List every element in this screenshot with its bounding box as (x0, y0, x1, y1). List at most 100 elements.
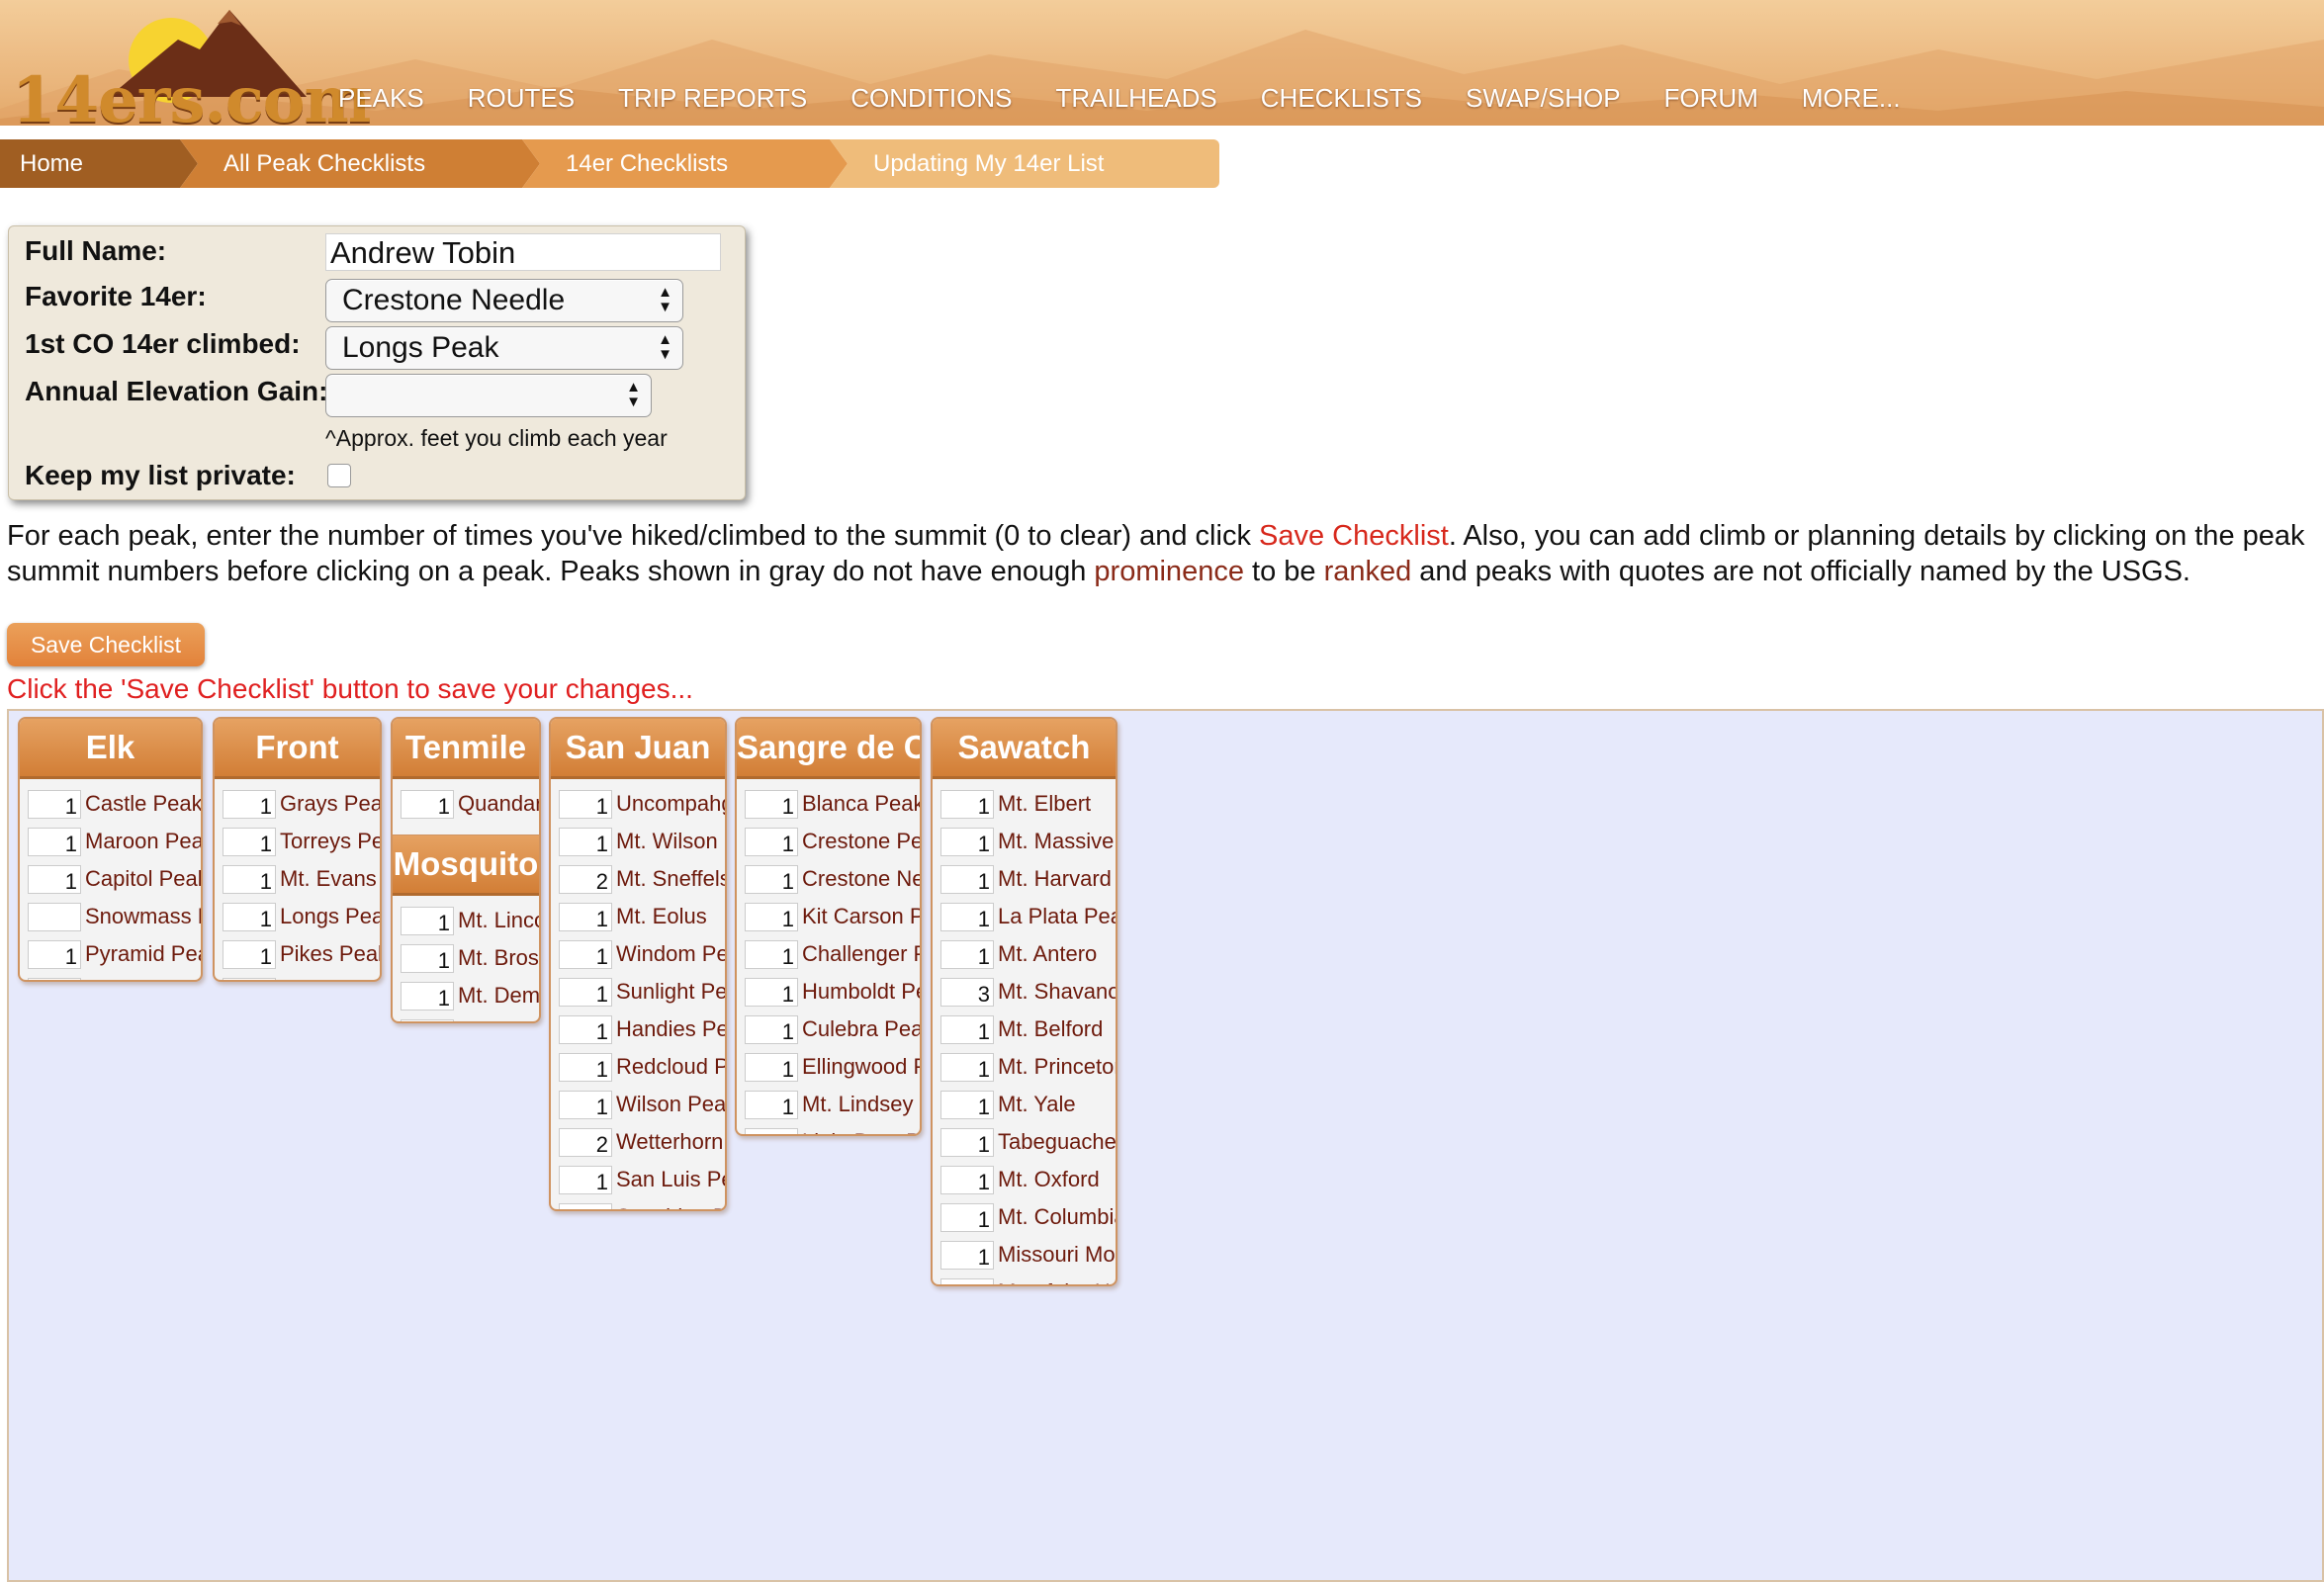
summit-count-input[interactable]: 1 (940, 1090, 994, 1119)
summit-count-input[interactable]: 1 (940, 902, 994, 931)
peak-name-link[interactable]: Pyramid Peak (85, 941, 201, 967)
peak-name-link[interactable]: Mt. Democrat (458, 983, 539, 1009)
summit-count-input[interactable]: 1 (745, 1052, 798, 1082)
summit-count-input[interactable]: 1 (559, 1090, 612, 1119)
summit-count-input[interactable]: 1 (559, 902, 612, 931)
summit-count-input[interactable]: 1 (559, 1165, 612, 1194)
summit-count-input[interactable]: 1 (223, 902, 276, 931)
peak-name-link[interactable]: Missouri Mountain (998, 1242, 1116, 1268)
peak-name-link[interactable]: Grays Peak (280, 791, 380, 817)
prominence-link[interactable]: prominence (1094, 556, 1244, 587)
peak-name-link[interactable]: Crestone Needle (802, 866, 920, 892)
favorite-14er-select[interactable]: Crestone Needle ▲ ▼ (325, 279, 683, 322)
nav-conditions[interactable]: CONDITIONS (850, 83, 1012, 114)
peak-name-link[interactable]: San Luis Peak (616, 1167, 725, 1192)
peak-name-link[interactable]: Mt. Yale (998, 1092, 1076, 1117)
nav-trip-reports[interactable]: TRIP REPORTS (618, 83, 807, 114)
peak-name-link[interactable]: Quandary Peak (458, 791, 539, 817)
summit-count-input[interactable]: 1 (745, 1014, 798, 1044)
summit-count-input[interactable]: 1 (28, 939, 81, 969)
summit-count-input[interactable]: 1 (223, 939, 276, 969)
peak-name-link[interactable]: Wilson Peak (616, 1092, 725, 1117)
summit-count-input[interactable]: 1 (223, 789, 276, 819)
peak-name-link[interactable]: Conundrum Peak (85, 979, 201, 980)
nav-checklists[interactable]: CHECKLISTS (1261, 83, 1422, 114)
summit-count-input[interactable]: 3 (940, 977, 994, 1007)
summit-count-input[interactable]: 5 (223, 977, 276, 980)
summit-count-input[interactable]: 1 (940, 827, 994, 856)
peak-name-link[interactable]: Mt. Oxford (998, 1167, 1100, 1192)
peak-name-link[interactable]: Mt. Harvard (998, 866, 1112, 892)
site-logo[interactable]: 14ers.com (12, 6, 371, 126)
nav-swap-shop[interactable]: SWAP/SHOP (1466, 83, 1621, 114)
ranked-link[interactable]: ranked (1324, 556, 1412, 587)
peak-name-link[interactable]: Mt. Elbert (998, 791, 1091, 817)
peak-name-link[interactable]: Mt. Columbia (998, 1204, 1116, 1230)
peak-name-link[interactable]: Mt. Princeton (998, 1054, 1116, 1080)
summit-count-input[interactable]: 1 (940, 1240, 994, 1270)
summit-count-input[interactable]: 1 (745, 939, 798, 969)
peak-name-link[interactable]: Mt. Belford (998, 1016, 1103, 1042)
peak-name-link[interactable]: Mt. Eolus (616, 904, 707, 929)
summit-count-input[interactable]: 1 (940, 1202, 994, 1232)
peak-name-link[interactable]: Windom Peak (616, 941, 725, 967)
summit-count-input[interactable]: 1 (745, 1127, 798, 1134)
summit-count-input[interactable]: 1 (28, 864, 81, 894)
summit-count-input[interactable]: 1 (401, 789, 454, 819)
summit-count-input[interactable]: 1 (745, 827, 798, 856)
summit-count-input[interactable]: 1 (940, 789, 994, 819)
peak-name-link[interactable]: Challenger Point (802, 941, 920, 967)
peak-name-link[interactable]: Longs Peak (280, 904, 380, 929)
first-14er-select[interactable]: Longs Peak ▲ ▼ (325, 326, 683, 370)
nav-trailheads[interactable]: TRAILHEADS (1056, 83, 1217, 114)
full-name-input[interactable]: Andrew Tobin (325, 233, 721, 271)
summit-count-input[interactable]: 1 (223, 864, 276, 894)
peak-name-link[interactable]: Ellingwood Point (802, 1054, 920, 1080)
summit-count-input[interactable]: 1 (559, 939, 612, 969)
peak-name-link[interactable]: Mt. Sneffels (616, 866, 725, 892)
summit-count-input[interactable]: 1 (745, 977, 798, 1007)
peak-name-link[interactable]: Handies Peak (616, 1016, 725, 1042)
summit-count-input[interactable]: 1 (940, 1165, 994, 1194)
peak-name-link[interactable]: Culebra Peak (802, 1016, 920, 1042)
peak-name-link[interactable]: Pikes Peak (280, 941, 380, 967)
peak-name-link[interactable]: Mt. Bross (458, 945, 539, 971)
breadcrumb-14er-checklists[interactable]: 14er Checklists (522, 139, 848, 188)
summit-count-input[interactable]: 1 (28, 789, 81, 819)
peak-name-link[interactable]: Mt. Evans (280, 866, 377, 892)
summit-count-input[interactable]: 2 (559, 1127, 612, 1157)
save-checklist-link[interactable]: Save Checklist (1259, 520, 1449, 552)
nav-more[interactable]: MORE... (1802, 83, 1901, 114)
summit-count-input[interactable]: 1 (401, 981, 454, 1011)
summit-count-input[interactable]: 1 (559, 789, 612, 819)
summit-count-input[interactable]: 1 (940, 939, 994, 969)
private-list-checkbox[interactable] (327, 464, 351, 487)
peak-name-link[interactable]: Castle Peak (85, 791, 201, 817)
summit-count-input[interactable]: 1 (28, 977, 81, 980)
peak-name-link[interactable]: Mt. Antero (998, 941, 1097, 967)
peak-name-link[interactable]: Mt. Shavano (998, 979, 1116, 1005)
breadcrumb-home[interactable]: Home (0, 139, 198, 188)
summit-count-input[interactable]: 1 (401, 1018, 454, 1021)
summit-count-input[interactable]: 1 (745, 789, 798, 819)
peak-name-link[interactable]: Little Bear Peak (802, 1129, 920, 1134)
peak-name-link[interactable]: Maroon Peak (85, 829, 201, 854)
peak-name-link[interactable]: Capitol Peak (85, 866, 201, 892)
summit-count-input[interactable]: 1 (745, 902, 798, 931)
summit-count-input[interactable]: 1 (940, 1277, 994, 1284)
peak-name-link[interactable]: Humboldt Peak (802, 979, 920, 1005)
nav-routes[interactable]: ROUTES (468, 83, 575, 114)
peak-name-link[interactable]: Redcloud Peak (616, 1054, 725, 1080)
peak-name-link[interactable]: Wetterhorn Peak (616, 1129, 725, 1155)
save-checklist-button[interactable]: Save Checklist (7, 623, 205, 666)
peak-name-link[interactable]: La Plata Peak (998, 904, 1116, 929)
peak-name-link[interactable]: Blanca Peak (802, 791, 920, 817)
peak-name-link[interactable]: Mt. Wilson (616, 829, 718, 854)
summit-count-input[interactable]: 1 (401, 943, 454, 973)
summit-count-input[interactable]: 1 (940, 864, 994, 894)
summit-count-input[interactable]: 1 (559, 1014, 612, 1044)
peak-name-link[interactable]: Mt. Lincoln (458, 908, 539, 933)
peak-name-link[interactable]: Mt. of the Holy Cross (998, 1279, 1116, 1284)
peak-name-link[interactable]: Kit Carson Peak (802, 904, 920, 929)
peak-name-link[interactable]: Mt. Lindsey (802, 1092, 914, 1117)
